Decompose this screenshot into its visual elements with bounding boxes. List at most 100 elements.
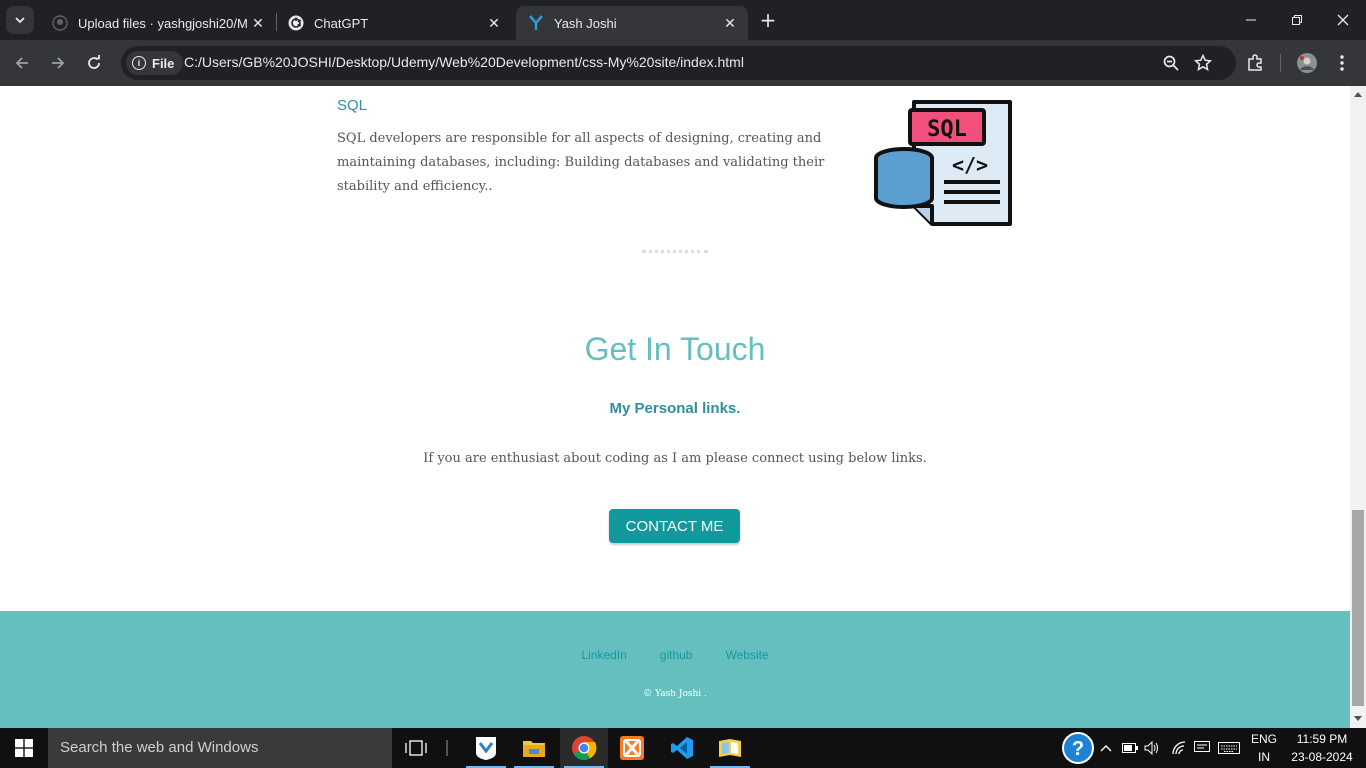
battery-tray-icon[interactable] <box>1120 728 1140 768</box>
footer-links: LinkedIn github Website <box>0 648 1350 662</box>
svg-text:?: ? <box>1072 738 1084 760</box>
taskbar-divider <box>446 740 448 756</box>
vscode-icon <box>671 737 693 759</box>
taskbar-chrome[interactable] <box>560 728 608 768</box>
show-hidden-icons-button[interactable] <box>1097 728 1115 768</box>
reload-button[interactable] <box>82 51 106 75</box>
tab-title: ChatGPT <box>314 15 369 31</box>
star-icon <box>1194 54 1212 72</box>
minimize-icon <box>1246 19 1256 21</box>
scroll-up-icon[interactable] <box>1354 92 1362 97</box>
y-logo-icon <box>528 15 544 31</box>
language-region: IN <box>1258 750 1270 764</box>
folder-icon <box>523 741 545 757</box>
taskbar-search-placeholder: Search the web and Windows <box>60 739 259 756</box>
scrollbar-thumb[interactable] <box>1352 510 1364 706</box>
taskbar-clock[interactable]: 11:59 PM 23-08-2024 <box>1284 730 1360 766</box>
profile-button[interactable] <box>1295 51 1319 75</box>
restore-icon <box>1292 15 1302 25</box>
arrow-left-icon <box>15 57 28 69</box>
clock-date: 23-08-2024 <box>1291 750 1353 764</box>
site-info-label: File <box>152 55 175 71</box>
chevron-down-icon <box>15 17 25 24</box>
taskbar-vscode[interactable] <box>658 728 706 768</box>
contact-title: Get In Touch <box>584 331 766 367</box>
xampp-icon <box>620 736 644 760</box>
tab-search-button[interactable] <box>6 6 34 34</box>
store-icon <box>476 737 496 760</box>
github-icon <box>52 15 68 31</box>
zoom-out-icon <box>1163 55 1179 71</box>
tab-title: Yash Joshi <box>554 15 617 31</box>
notifications-tray-icon[interactable] <box>1192 728 1212 768</box>
tab-title: Upload files · yashgjoshi20/My- <box>78 15 248 31</box>
start-button[interactable] <box>0 728 48 768</box>
close-icon <box>1337 14 1349 26</box>
windows-taskbar: Search the web and Windows ? ENG IN 11:5… <box>0 728 1366 768</box>
footer: LinkedIn github Website © Yash Joshi . <box>0 611 1350 728</box>
footer-link-website[interactable]: Website <box>725 648 768 662</box>
forward-button[interactable] <box>46 51 70 75</box>
keyboard-tray-icon[interactable] <box>1216 728 1242 768</box>
toolbar-divider <box>1280 54 1281 72</box>
bookmark-button[interactable] <box>1193 53 1213 73</box>
openai-icon <box>288 15 304 31</box>
zoom-button[interactable] <box>1161 53 1181 73</box>
info-icon: i <box>132 56 146 70</box>
page-scrollbar[interactable] <box>1350 86 1366 728</box>
windows-logo-icon <box>15 739 33 757</box>
contact-subtitle: My Personal links. <box>609 400 741 417</box>
copyright: © Yash Joshi . <box>643 689 707 699</box>
close-tab-icon[interactable]: ✕ <box>484 13 504 33</box>
taskbar-app-store[interactable] <box>462 728 510 768</box>
menu-button[interactable] <box>1330 51 1354 75</box>
taskbar-xampp[interactable] <box>608 728 656 768</box>
arrow-right-icon <box>52 57 65 69</box>
footer-link-github[interactable]: github <box>660 648 693 662</box>
input-language[interactable]: ENG IN <box>1246 730 1282 766</box>
section-divider <box>642 250 708 257</box>
scroll-down-icon[interactable] <box>1354 716 1362 721</box>
contact-me-button[interactable]: CONTACT ME <box>609 509 740 543</box>
skill-description: SQL developers are responsible for all a… <box>337 131 825 194</box>
tab-upload-files[interactable]: Upload files · yashgjoshi20/My- ✕ <box>40 6 276 40</box>
wifi-icon <box>1172 741 1186 755</box>
taskbar-file-explorer[interactable] <box>510 728 558 768</box>
notebook-icon <box>719 739 741 757</box>
site-info-chip[interactable]: i File <box>126 51 184 75</box>
close-window-button[interactable] <box>1320 0 1366 40</box>
volume-tray-icon[interactable] <box>1142 728 1162 768</box>
close-tab-icon[interactable]: ✕ <box>248 13 268 33</box>
reload-icon <box>88 55 100 69</box>
url-text[interactable]: C:/Users/GB%20JOSHI/Desktop/Udemy/Web%20… <box>184 54 744 70</box>
message-icon <box>1194 741 1210 752</box>
help-icon: ? <box>1062 732 1094 764</box>
tab-yash-joshi[interactable]: Yash Joshi ✕ <box>516 6 748 40</box>
taskbar-search[interactable]: Search the web and Windows <box>48 728 392 768</box>
chevron-up-icon <box>1100 745 1112 752</box>
sql-image-label: SQL <box>927 117 967 142</box>
footer-link-linkedin[interactable]: LinkedIn <box>581 648 626 662</box>
speaker-icon <box>1144 741 1158 755</box>
network-tray-icon[interactable] <box>1168 728 1190 768</box>
tab-bar: Upload files · yashgjoshi20/My- ✕ ChatGP… <box>0 0 1366 40</box>
back-button[interactable] <box>10 51 34 75</box>
avatar <box>1297 53 1317 73</box>
restore-button[interactable] <box>1274 0 1320 40</box>
task-view-icon <box>405 740 427 756</box>
battery-icon <box>1122 743 1138 753</box>
new-tab-button[interactable]: + <box>756 8 780 32</box>
extensions-button[interactable] <box>1243 51 1267 75</box>
address-bar[interactable]: i File C:/Users/GB%20JOSHI/Desktop/Udemy… <box>121 46 1236 80</box>
chrome-icon <box>572 736 597 761</box>
close-tab-icon[interactable]: ✕ <box>720 13 740 33</box>
puzzle-icon <box>1248 54 1262 71</box>
task-view-button[interactable] <box>392 728 440 768</box>
keyboard-icon <box>1218 742 1240 754</box>
skill-title: SQL <box>337 97 368 114</box>
code-icon: </> <box>952 153 988 177</box>
minimize-button[interactable] <box>1228 0 1274 40</box>
help-tray-button[interactable]: ? <box>1060 728 1096 768</box>
taskbar-notes-app[interactable] <box>706 728 754 768</box>
tab-chatgpt[interactable]: ChatGPT ✕ <box>276 6 512 40</box>
